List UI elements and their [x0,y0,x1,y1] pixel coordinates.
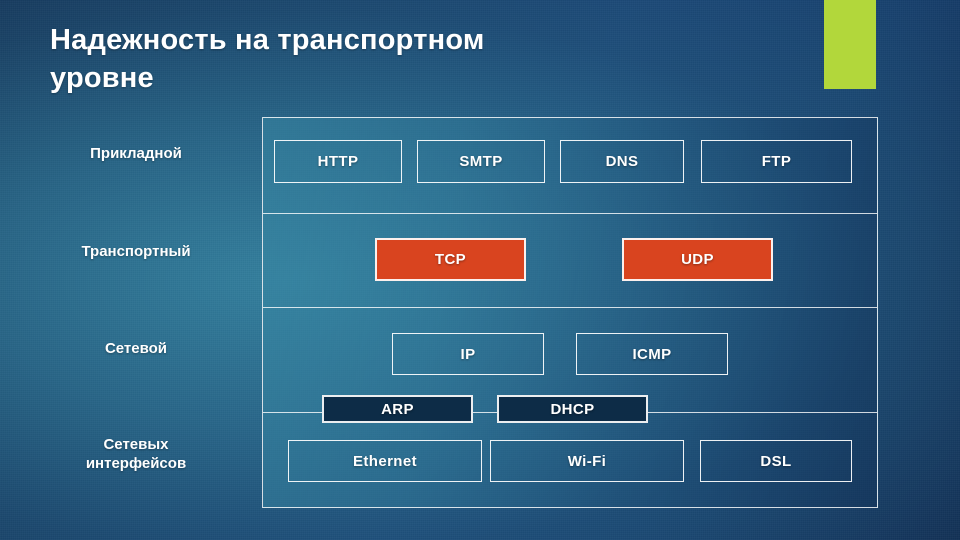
protocol-box-dns[interactable]: DNS [560,140,684,183]
protocol-box-http[interactable]: HTTP [274,140,402,183]
row-divider-application-transport [263,213,877,214]
protocol-box-tcp[interactable]: TCP [375,238,526,281]
layer-label-network: Сетевой [104,340,168,357]
protocol-box-icmp[interactable]: ICMP [576,333,728,375]
row-divider-transport-network [263,307,877,308]
protocol-box-dsl[interactable]: DSL [700,440,852,482]
layer-label-application: Прикладной [90,145,182,162]
layer-label-transport: Транспортный [81,243,191,260]
layer-label-link: Сетевых интерфейсов [85,436,187,472]
protocol-box-ip[interactable]: IP [392,333,544,375]
page-title: Надежность на транспортном уровне [50,24,485,94]
protocol-box-smtp[interactable]: SMTP [417,140,545,183]
protocol-box-wifi[interactable]: Wi-Fi [490,440,684,482]
protocol-box-ftp[interactable]: FTP [701,140,852,183]
slide-canvas: Надежность на транспортном уровне Прикла… [0,0,960,540]
protocol-box-udp[interactable]: UDP [622,238,773,281]
protocol-box-arp[interactable]: ARP [322,395,473,423]
green-accent-block [824,0,876,89]
protocol-box-dhcp[interactable]: DHCP [497,395,648,423]
protocol-box-ethernet[interactable]: Ethernet [288,440,482,482]
